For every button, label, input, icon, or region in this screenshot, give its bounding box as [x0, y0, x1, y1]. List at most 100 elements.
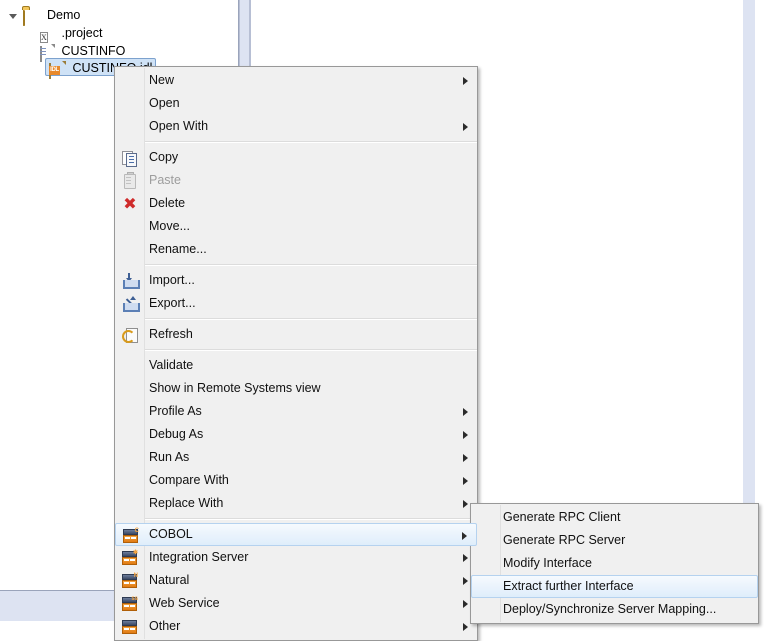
generate-natural-icon-badge: N	[133, 573, 138, 579]
menu-item-label: Other	[149, 619, 181, 633]
generate-webservice-icon: ss	[122, 596, 138, 612]
chevron-right-icon	[463, 431, 468, 439]
menu-item-label: Replace With	[149, 496, 224, 510]
menu-item-refresh[interactable]: Refresh	[115, 323, 477, 346]
menu-item-label: Extract further Interface	[503, 579, 634, 593]
menu-item-copy[interactable]: Copy	[115, 146, 477, 169]
refresh-icon	[122, 327, 138, 343]
chevron-right-icon	[463, 500, 468, 508]
import-icon	[122, 273, 140, 289]
delete-icon: ✖	[123, 194, 137, 213]
workbench: Demo X .project CUSTINFO IDL CUSTINFO.id…	[0, 0, 764, 641]
menu-item-integration-server[interactable]: ✱ Integration Server	[115, 546, 477, 569]
chevron-right-icon	[463, 408, 468, 416]
menu-item-deploy-synchronize-server-mapping[interactable]: Deploy/Synchronize Server Mapping...	[471, 598, 758, 621]
chevron-right-icon	[463, 623, 468, 631]
menu-separator	[145, 349, 477, 351]
menu-item-label: COBOL	[149, 527, 193, 541]
menu-item-import[interactable]: Import...	[115, 269, 477, 292]
menu-item-label: Copy	[149, 150, 179, 164]
menu-item-cobol[interactable]: C COBOL	[115, 523, 477, 546]
menu-item-delete[interactable]: ✖ Delete	[115, 192, 477, 215]
idl-file-icon: IDL	[49, 62, 65, 79]
menu-separator	[145, 318, 477, 320]
menu-item-export[interactable]: Export...	[115, 292, 477, 315]
menu-item-show-in-remote-systems-view[interactable]: Show in Remote Systems view	[115, 377, 477, 400]
menu-item-label: New	[149, 73, 175, 87]
generate-natural-icon: N	[122, 573, 138, 589]
menu-item-label: Generate RPC Client	[503, 510, 621, 524]
menu-item-label: Open With	[149, 119, 209, 133]
menu-item-label: Show in Remote Systems view	[149, 381, 321, 395]
tree-item-label: .project	[61, 26, 103, 40]
menu-item-label: Deploy/Synchronize Server Mapping...	[503, 602, 717, 616]
menu-item-compare-with[interactable]: Compare With	[115, 469, 477, 492]
menu-separator	[145, 264, 477, 266]
menu-item-label: Run As	[149, 450, 190, 464]
menu-item-generate-rpc-server[interactable]: Generate RPC Server	[471, 529, 758, 552]
menu-item-label: Import...	[149, 273, 195, 287]
menu-item-rename[interactable]: Rename...	[115, 238, 477, 261]
tree-item-label: CUSTINFO	[61, 44, 126, 58]
cobol-submenu[interactable]: Generate RPC Client Generate RPC Server …	[470, 503, 759, 624]
context-menu[interactable]: New Open Open With Copy Paste ✖ Delete M…	[114, 66, 478, 641]
tree-expander-demo[interactable]	[6, 6, 20, 24]
generate-webservice-icon-badge: ss	[131, 596, 138, 602]
menu-item-paste: Paste	[115, 169, 477, 192]
menu-item-other[interactable]: Other	[115, 615, 477, 638]
paste-icon	[122, 172, 138, 189]
menu-item-new[interactable]: New	[115, 69, 477, 92]
menu-item-label: Modify Interface	[503, 556, 592, 570]
menu-item-label: Validate	[149, 358, 194, 372]
tree-item-label: Demo	[46, 8, 81, 22]
menu-item-web-service[interactable]: ss Web Service	[115, 592, 477, 615]
generate-cobol-icon: C	[123, 528, 139, 544]
menu-item-debug-as[interactable]: Debug As	[115, 423, 477, 446]
chevron-right-icon	[463, 554, 468, 562]
generate-cobol-icon-badge: C	[134, 528, 139, 534]
menu-item-label: Move...	[149, 219, 190, 233]
chevron-right-icon	[463, 577, 468, 585]
editor-right-scrollbar[interactable]	[743, 0, 755, 580]
menu-separator	[145, 141, 477, 143]
menu-separator	[145, 518, 477, 520]
generate-is-icon: ✱	[122, 550, 138, 566]
menu-item-label: Rename...	[149, 242, 207, 256]
menu-item-natural[interactable]: N Natural	[115, 569, 477, 592]
menu-item-validate[interactable]: Validate	[115, 354, 477, 377]
menu-item-label: Open	[149, 96, 180, 110]
generate-other-icon	[122, 619, 138, 635]
menu-item-label: Export...	[149, 296, 196, 310]
menu-item-open-with[interactable]: Open With	[115, 115, 477, 138]
menu-item-modify-interface[interactable]: Modify Interface	[471, 552, 758, 575]
menu-item-label: Generate RPC Server	[503, 533, 626, 547]
generate-is-icon-badge: ✱	[132, 550, 138, 556]
chevron-right-icon	[463, 454, 468, 462]
tree-item-demo[interactable]: Demo	[6, 6, 81, 26]
menu-item-extract-further-interface[interactable]: Extract further Interface	[471, 575, 758, 598]
xml-file-icon: X	[40, 32, 48, 43]
menu-item-label: Natural	[149, 573, 190, 587]
menu-item-label: Delete	[149, 196, 186, 210]
menu-item-move[interactable]: Move...	[115, 215, 477, 238]
menu-item-generate-rpc-client[interactable]: Generate RPC Client	[471, 506, 758, 529]
menu-item-label: Profile As	[149, 404, 202, 418]
menu-item-profile-as[interactable]: Profile As	[115, 400, 477, 423]
chevron-right-icon	[462, 532, 467, 540]
tree-item-project[interactable]: X .project	[38, 24, 103, 43]
chevron-right-icon	[463, 77, 468, 85]
menu-item-label: Debug As	[149, 427, 204, 441]
folder-icon	[23, 9, 39, 26]
menu-item-run-as[interactable]: Run As	[115, 446, 477, 469]
menu-item-label: Paste	[149, 173, 181, 187]
copy-icon	[122, 150, 138, 167]
chevron-right-icon	[463, 477, 468, 485]
menu-item-label: Integration Server	[149, 550, 249, 564]
chevron-right-icon	[463, 600, 468, 608]
export-icon	[122, 296, 140, 312]
menu-item-label: Refresh	[149, 327, 193, 341]
menu-item-label: Compare With	[149, 473, 229, 487]
menu-item-open[interactable]: Open	[115, 92, 477, 115]
menu-item-replace-with[interactable]: Replace With	[115, 492, 477, 515]
chevron-right-icon	[463, 123, 468, 131]
